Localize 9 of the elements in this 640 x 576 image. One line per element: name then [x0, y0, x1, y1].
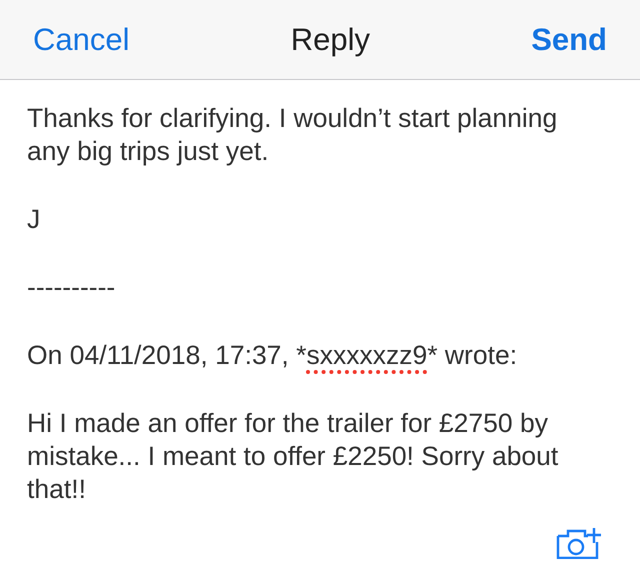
message-text: J — [27, 203, 42, 236]
message-text: ---------- — [27, 271, 116, 304]
cancel-button[interactable]: Cancel — [33, 22, 130, 58]
message-text: Thanks for clarifying. I wouldn’t start planning any big trips just yet. — [27, 102, 558, 168]
camera-add-icon[interactable] — [556, 527, 602, 559]
send-button[interactable]: Send — [531, 22, 607, 58]
message-text: Hi I made an offer for the trailer for £2750 by mistake... I meant to offer £2250! Sorry about that!! — [27, 407, 560, 506]
screen-title: Reply — [290, 22, 370, 58]
message-text: On 04/11/2018, 17:37, *sxxxxxzz9* wrote: — [27, 339, 518, 372]
